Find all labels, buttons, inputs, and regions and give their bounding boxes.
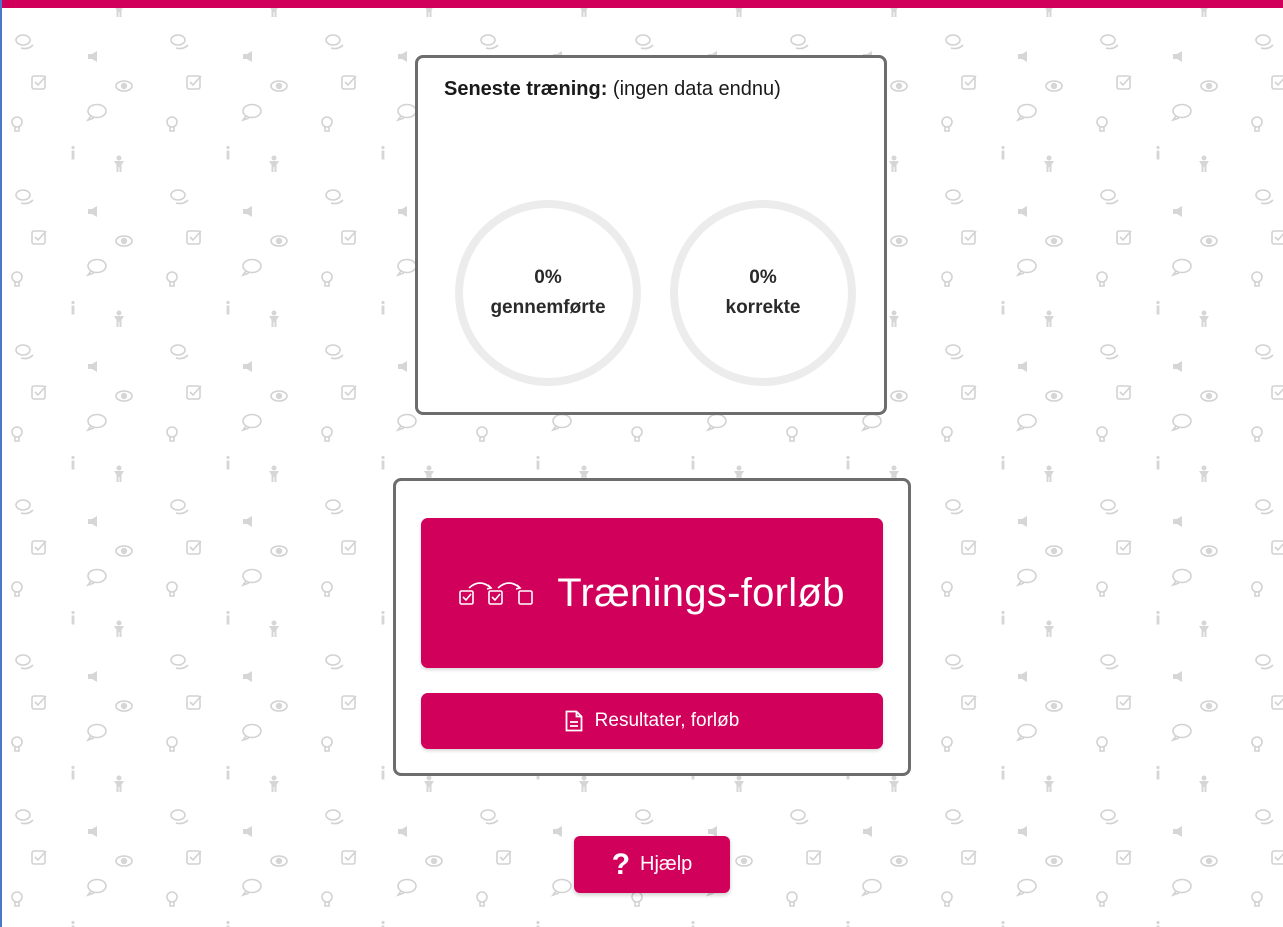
completed-percent: 0%: [534, 267, 562, 288]
completed-progress-ring: 0% gennemførte: [455, 200, 641, 386]
question-mark-icon: ?: [611, 847, 631, 881]
help-button[interactable]: ? Hjælp: [574, 836, 730, 893]
correct-percent: 0%: [749, 267, 777, 288]
top-accent-bar: [0, 0, 1283, 8]
correct-progress-ring: 0% korrekte: [670, 200, 856, 386]
training-actions-card: Trænings-forløb Resultater, forløb: [393, 478, 911, 776]
document-icon: [565, 710, 583, 732]
latest-training-card: Seneste træning: (ingen data endnu) 0% g…: [415, 55, 887, 415]
training-course-button[interactable]: Trænings-forløb: [421, 518, 883, 668]
help-label: Hjælp: [640, 853, 693, 875]
correct-label: korrekte: [725, 297, 801, 318]
latest-training-label: Seneste træning:: [444, 78, 608, 100]
latest-training-heading: Seneste træning: (ingen data endnu): [444, 78, 781, 101]
checklist-progress-icon: [459, 578, 543, 608]
course-results-label: Resultater, forløb: [594, 710, 740, 731]
latest-training-value: (ingen data endnu): [612, 78, 781, 100]
completed-label: gennemførte: [490, 297, 606, 318]
training-course-label: Trænings-forløb: [557, 570, 845, 615]
course-results-button[interactable]: Resultater, forløb: [421, 693, 883, 749]
